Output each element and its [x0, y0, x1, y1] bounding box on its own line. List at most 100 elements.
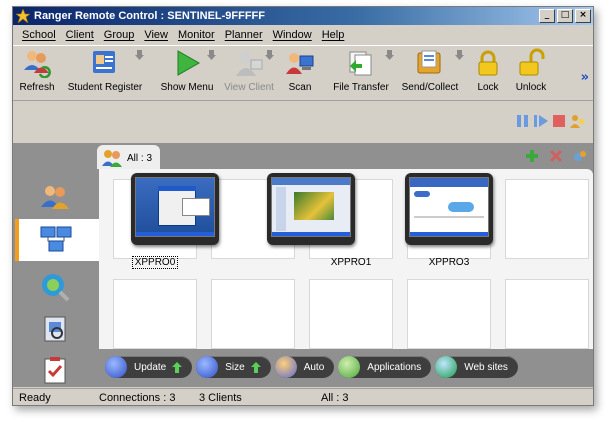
update-icon — [105, 356, 127, 378]
playback-controls — [515, 114, 585, 128]
add-icon[interactable] — [525, 149, 539, 163]
dropdown-arrow-icon[interactable] — [385, 50, 394, 60]
menu-school[interactable]: School — [17, 29, 61, 41]
applications-label: Applications — [367, 361, 422, 373]
dropdown-arrow-icon[interactable] — [135, 50, 144, 60]
client-thumbnail[interactable] — [131, 173, 219, 245]
status-clients: 3 Clients — [199, 392, 242, 404]
client-screen — [135, 177, 215, 237]
refresh-button[interactable]: Refresh — [17, 48, 57, 100]
client-thumbnail[interactable] — [267, 173, 355, 245]
title-bar[interactable]: Ranger Remote Control : SENTINEL-9FFFFF … — [13, 7, 593, 25]
update-label: Update — [134, 361, 167, 373]
nav-tasks-icon[interactable] — [39, 355, 71, 387]
menu-monitor[interactable]: Monitor — [173, 29, 220, 41]
file-transfer-icon — [349, 51, 372, 76]
star-app-icon — [16, 9, 30, 23]
menu-help[interactable]: Help — [317, 29, 350, 41]
globe-icon — [435, 356, 458, 378]
scan-button[interactable]: Scan — [285, 48, 315, 100]
scan-icon — [286, 53, 314, 74]
file-transfer-label: File Transfer — [333, 82, 389, 93]
client-screen — [271, 177, 351, 237]
group-actions — [525, 149, 587, 163]
client-label[interactable]: XPPRO0 — [113, 256, 197, 269]
nav-monitor-icon[interactable] — [39, 313, 71, 345]
student-register-label: Student Register — [67, 82, 143, 93]
minimize-button[interactable]: _ — [539, 9, 555, 23]
more-tools-button[interactable]: » — [581, 70, 589, 85]
lock-icon — [478, 50, 498, 76]
show-menu-button[interactable]: Show Menu — [159, 48, 216, 100]
up-arrow-icon — [172, 361, 183, 373]
view-client-label: View Client — [224, 82, 274, 93]
auto-button[interactable]: Auto — [274, 356, 335, 378]
maximize-button[interactable]: □ — [557, 9, 573, 23]
menu-client[interactable]: Client — [61, 29, 99, 41]
nav-computers-tab[interactable] — [15, 219, 99, 261]
menu-bar: School Client Group View Monitor Planner… — [13, 26, 593, 44]
update-button[interactable]: Update — [105, 356, 193, 378]
bottom-action-bar: Update Size Auto Applications Web sites — [99, 351, 593, 383]
client-slot — [309, 279, 393, 349]
refresh-label: Refresh — [19, 82, 55, 93]
lock-label: Lock — [477, 82, 499, 93]
toolbar: Refresh Student Register Show Menu View … — [13, 45, 593, 101]
client-label[interactable]: XPPRO3 — [407, 257, 491, 268]
group-users-icon — [102, 150, 122, 167]
unlock-button[interactable]: Unlock — [511, 48, 551, 100]
scan-label: Scan — [288, 82, 312, 93]
lock-button[interactable]: Lock — [473, 48, 503, 100]
applications-button[interactable]: Applications — [338, 356, 432, 378]
presenter-icon[interactable] — [569, 114, 585, 128]
view-client-icon — [236, 51, 263, 76]
dropdown-arrow-icon[interactable] — [207, 50, 216, 60]
status-connections: Connections : 3 — [99, 392, 176, 404]
client-name: XPPRO3 — [428, 257, 470, 268]
stop-icon[interactable] — [551, 114, 567, 128]
web-sites-label: Web sites — [464, 361, 508, 373]
client-label[interactable]: XPPRO1 — [309, 257, 393, 268]
group-tab-label: All : 3 — [127, 152, 153, 164]
size-icon — [196, 356, 219, 378]
applications-icon — [338, 356, 361, 378]
resume-icon[interactable] — [533, 114, 549, 128]
play-icon — [177, 50, 201, 76]
group-tab-all[interactable]: All : 3 — [97, 145, 161, 169]
client-slot — [505, 279, 589, 349]
dropdown-arrow-icon[interactable] — [455, 50, 464, 60]
web-sites-button[interactable]: Web sites — [435, 356, 518, 378]
client-thumbnail[interactable] — [405, 173, 493, 245]
client-slot — [407, 279, 491, 349]
show-menu-label: Show Menu — [160, 82, 214, 93]
unlock-icon — [519, 48, 545, 76]
client-screen — [409, 177, 489, 237]
send-collect-button[interactable]: Send/Collect — [397, 48, 464, 100]
status-bar: Ready Connections : 3 3 Clients All : 3 — [13, 388, 593, 405]
nav-students-icon[interactable] — [39, 181, 71, 213]
side-navigation — [13, 143, 99, 387]
pause-icon[interactable] — [515, 114, 531, 128]
up-arrow-icon — [250, 361, 261, 373]
student-register-button[interactable]: Student Register — [65, 48, 145, 100]
client-slot — [211, 279, 295, 349]
network-computers-icon — [40, 226, 72, 252]
menu-view[interactable]: View — [139, 29, 173, 41]
menu-window[interactable]: Window — [268, 29, 317, 41]
close-button[interactable]: × — [575, 9, 591, 23]
menu-planner[interactable]: Planner — [220, 29, 268, 41]
auto-icon — [274, 356, 297, 378]
status-group: All : 3 — [321, 392, 349, 404]
size-button[interactable]: Size — [196, 356, 271, 378]
users-refresh-icon — [24, 51, 51, 78]
auto-label: Auto — [303, 361, 325, 373]
file-transfer-button[interactable]: File Transfer — [329, 48, 394, 100]
group-settings-icon[interactable] — [573, 149, 587, 163]
clients-panel: XPPRO0 XPPRO1 XPPRO3 — [99, 169, 593, 349]
client-name: XPPRO0 — [131, 256, 179, 269]
nav-search-icon[interactable] — [39, 271, 71, 303]
delete-icon[interactable] — [549, 149, 563, 163]
dropdown-arrow-icon[interactable] — [265, 50, 274, 60]
menu-group[interactable]: Group — [99, 29, 140, 41]
view-client-button[interactable]: View Client — [221, 48, 277, 100]
